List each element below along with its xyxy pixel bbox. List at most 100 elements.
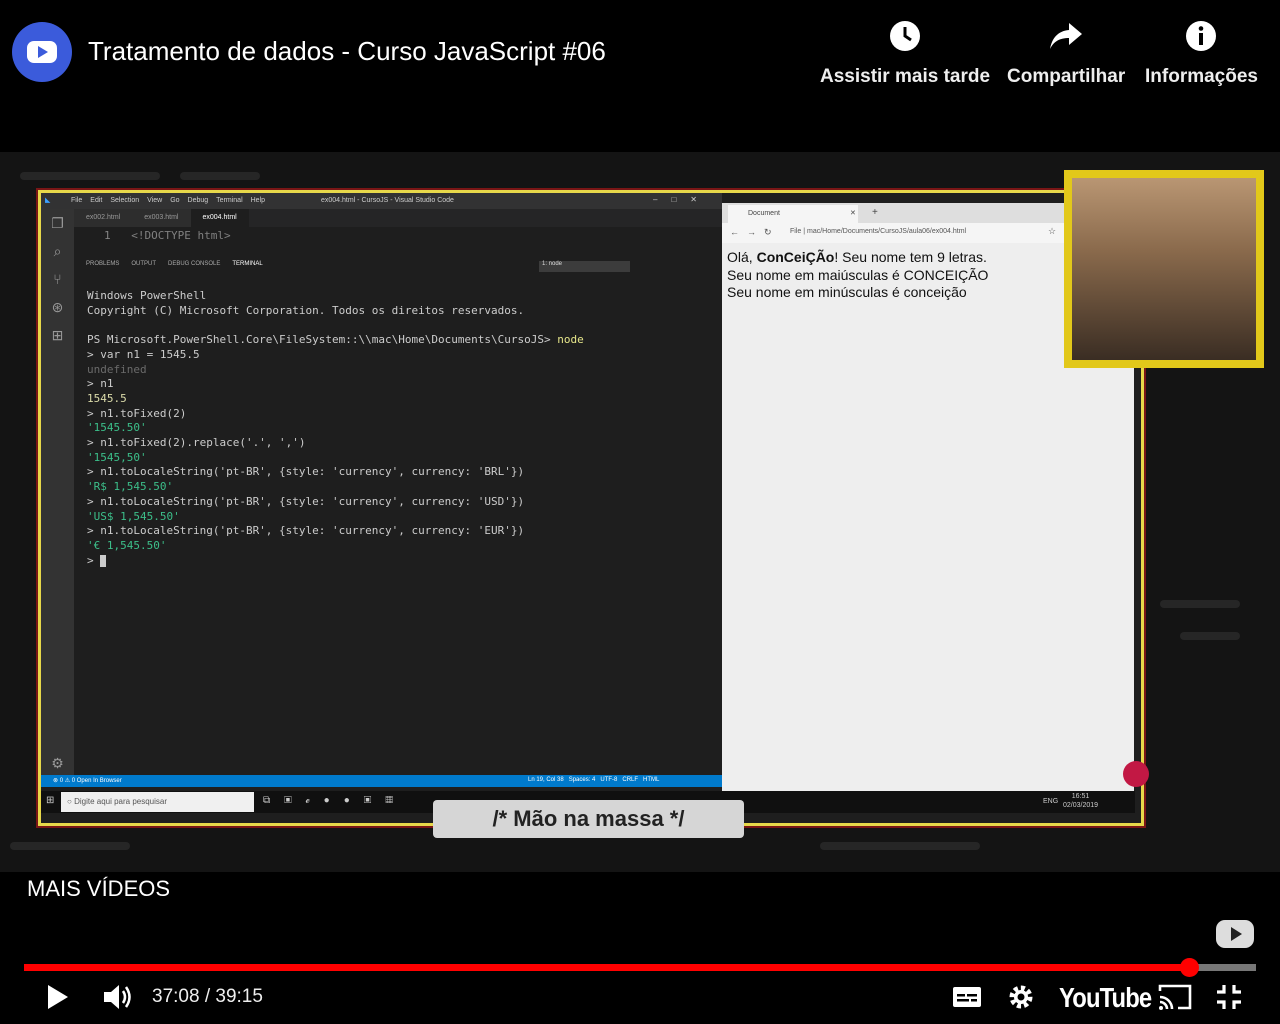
panel-tab-terminal[interactable]: TERMINAL — [232, 261, 262, 267]
page-content: Olá, ConCeiÇÃo! Seu nome tem 9 letras. S… — [727, 249, 988, 302]
screen-recording: ◣ File Edit Selection View Go Debug Terminal He… — [38, 190, 1144, 826]
tab-ex004[interactable]: ex004.html — [190, 209, 249, 227]
info-label: Informações — [1145, 66, 1258, 87]
search-icon[interactable]: ⌕ — [41, 237, 74, 265]
play-button[interactable] — [40, 980, 76, 1014]
progress-played — [24, 964, 1190, 971]
channel-avatar[interactable] — [12, 22, 72, 82]
panel-tabs: PROBLEMS OUTPUT DEBUG CONSOLE TERMINAL 1: n… — [74, 261, 722, 275]
menu-file[interactable]: File — [71, 197, 82, 204]
volume-button[interactable] — [100, 980, 136, 1014]
menu-view[interactable]: View — [147, 197, 162, 204]
menu-selection[interactable]: Selection — [110, 197, 139, 204]
terminal-line: '1545,50' — [87, 450, 147, 464]
new-tab-icon[interactable]: + — [872, 207, 878, 218]
source-control-icon[interactable]: ⑂ — [41, 265, 74, 293]
watch-later-label: Assistir mais tarde — [820, 66, 991, 87]
status-left[interactable]: ⊗ 0 ⚠ 0 Open In Browser — [53, 777, 122, 784]
window-controls[interactable]: –□✕ — [653, 195, 711, 204]
terminal-line: > var n1 = 1545.5 — [87, 347, 200, 361]
search-circle-icon: ○ — [67, 797, 72, 806]
channel-watermark-icon[interactable] — [1216, 918, 1256, 950]
menu-edit[interactable]: Edit — [90, 197, 102, 204]
code-line: <!DOCTYPE html> — [131, 229, 231, 242]
taskbar-app-icons[interactable]: ⧉▣ℯ●●▣▦ — [263, 795, 407, 806]
cast-button[interactable] — [1156, 980, 1194, 1014]
browser-tab[interactable]: Document — [728, 205, 858, 223]
exit-fullscreen-icon — [1217, 985, 1241, 1009]
lowercase-line: Seu nome em minúsculas é conceição — [727, 284, 967, 300]
lower-third-banner: /* Mão na massa */ — [433, 800, 744, 838]
watch-later-button[interactable]: Assistir mais tarde — [820, 18, 990, 88]
play-icon — [48, 985, 68, 1009]
greeting-line: Olá, ConCeiÇÃo! Seu nome tem 9 letras. — [727, 249, 987, 265]
share-button[interactable]: Compartilhar — [1007, 18, 1125, 88]
gear-icon — [1009, 985, 1033, 1009]
panel-tab-output[interactable]: OUTPUT — [131, 261, 156, 267]
subtitles-icon — [953, 987, 981, 1007]
vscode-logo-icon: ◣ — [45, 197, 51, 204]
extensions-icon[interactable]: ⊞ — [41, 321, 74, 349]
windows-start-icon[interactable]: ⊞ — [46, 795, 54, 806]
vscode-titlebar: ◣ File Edit Selection View Go Debug Terminal He… — [41, 193, 722, 209]
vscode-window: ◣ File Edit Selection View Go Debug Terminal He… — [41, 193, 722, 791]
debug-icon[interactable]: ⊛ — [41, 293, 74, 321]
explorer-icon[interactable]: ❐ — [41, 209, 74, 237]
terminal-line: undefined — [87, 362, 147, 376]
subtitles-button[interactable] — [950, 980, 984, 1014]
tab-ex002[interactable]: ex002.html — [74, 209, 133, 227]
terminal-line: Windows PowerShell — [87, 289, 207, 302]
taskbar-search-placeholder: Digite aqui para pesquisar — [74, 797, 168, 806]
clock-icon — [887, 18, 923, 54]
menu-help[interactable]: Help — [251, 197, 265, 204]
bookmark-star-icon[interactable]: ☆ — [1048, 226, 1056, 237]
terminal-prompt[interactable]: > — [87, 554, 717, 569]
terminal-line: Copyright (C) Microsoft Corporation. Tod… — [87, 303, 525, 317]
video-title[interactable]: Tratamento de dados - Curso JavaScript #… — [88, 36, 606, 67]
activity-bar: ❐ ⌕ ⑂ ⊛ ⊞ ⚙ — [41, 209, 74, 775]
panel-tab-problems[interactable]: PROBLEMS — [86, 261, 119, 267]
terminal-line: > n1.toLocaleString('pt-BR', {style: 'cu… — [87, 465, 525, 479]
presenter-video — [1072, 178, 1256, 360]
youtube-logo[interactable]: YouTube — [1059, 982, 1152, 1014]
terminal-select[interactable]: 1: node — [539, 261, 630, 272]
progress-scrubber[interactable] — [1180, 958, 1200, 977]
info-icon — [1183, 18, 1219, 54]
line-number: 1 — [104, 229, 111, 242]
nav-icons[interactable]: ←→↻ — [730, 227, 780, 238]
terminal-line: '1545.50' — [87, 421, 147, 435]
menu-go[interactable]: Go — [170, 197, 179, 204]
info-button[interactable]: Informações — [1145, 18, 1258, 88]
terminal-line: > n1.toLocaleString('pt-BR', {style: 'cu… — [87, 524, 525, 538]
share-label: Compartilhar — [1007, 66, 1126, 87]
address-bar[interactable]: File | mac/Home/Documents/CursoJS/aula06… — [790, 228, 966, 235]
status-right[interactable]: Ln 19, Col 38 Spaces: 4 UTF-8 CRLF HTML — [528, 777, 659, 783]
tab-ex003[interactable]: ex003.html — [132, 209, 191, 227]
taskbar-clock: 16:51 02/03/2019 — [1063, 793, 1099, 809]
terminal-line: '€ 1,545.50' — [87, 538, 167, 552]
menu-terminal[interactable]: Terminal — [216, 197, 242, 204]
code-editor[interactable]: 1 <!DOCTYPE html> — [74, 227, 722, 245]
menu-debug[interactable]: Debug — [188, 197, 209, 204]
vscode-window-title: ex004.html - CursoJS - Visual Studio Cod… — [321, 197, 454, 204]
panel-tab-debug-console[interactable]: DEBUG CONSOLE — [168, 261, 220, 267]
close-tab-icon[interactable]: ✕ — [850, 209, 856, 217]
terminal-line: 'R$ 1,545.50' — [87, 480, 174, 494]
play-logo-icon — [27, 41, 57, 63]
exit-fullscreen-button[interactable] — [1212, 980, 1246, 1014]
taskbar-search[interactable]: ○ Digite aqui para pesquisar — [61, 792, 254, 812]
taskbar-lang: ENG — [1043, 798, 1059, 805]
cast-icon — [1158, 984, 1192, 1010]
terminal-output[interactable]: Windows PowerShell Copyright (C) Microsof… — [87, 289, 717, 568]
terminal-line: > n1.toFixed(2).replace('.', ',') — [87, 436, 306, 450]
progress-bar[interactable] — [24, 958, 1256, 977]
time-display: 37:08 / 39:15 — [152, 986, 263, 1007]
vscode-menu[interactable]: File Edit Selection View Go Debug Terminal Help — [71, 197, 273, 204]
editor-tabs: ex002.html ex003.html ex004.html — [74, 209, 722, 227]
share-arrow-icon — [1048, 18, 1084, 54]
record-dot-icon — [1123, 761, 1149, 787]
settings-button[interactable] — [1004, 980, 1038, 1014]
more-videos-button[interactable]: MAIS VÍDEOS — [27, 876, 170, 902]
settings-gear-icon[interactable]: ⚙ — [41, 749, 74, 777]
status-bar: ⊗ 0 ⚠ 0 Open In Browser Ln 19, Col 38 Sp… — [41, 775, 722, 787]
